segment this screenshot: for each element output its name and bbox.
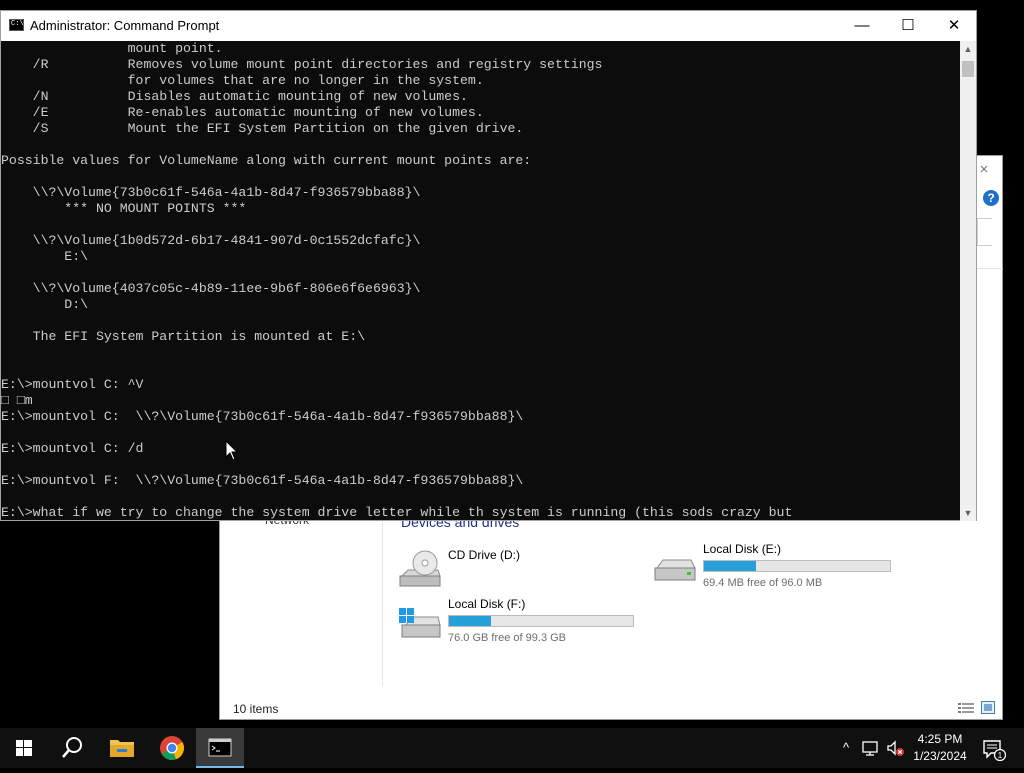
command-prompt-icon: [208, 738, 232, 757]
taskbar-chrome[interactable]: [148, 728, 196, 768]
drive-label: CD Drive (D:): [448, 548, 520, 562]
console-line: E:\>what if we try to change the system …: [1, 505, 793, 520]
drive-label: Local Disk (F:): [448, 597, 526, 611]
console-line: \\?\Volume{1b0d572d-6b17-4841-907d-0c155…: [1, 233, 421, 248]
title-bar[interactable]: C:\. Administrator: Command Prompt — ☐ ✕: [1, 11, 976, 41]
minimize-button[interactable]: —: [839, 11, 885, 41]
divider: [977, 268, 1003, 269]
cd-drive-icon: [399, 550, 441, 587]
maximize-button[interactable]: ☐: [885, 11, 931, 41]
volume-muted-icon[interactable]: [885, 738, 905, 758]
command-prompt-icon[interactable]: C:\.: [9, 19, 28, 31]
start-button[interactable]: [0, 728, 48, 768]
console-line: /S Mount the EFI System Partition on the…: [1, 121, 524, 136]
search-box[interactable]: [977, 218, 992, 246]
show-hidden-icons-chevron-icon[interactable]: ^: [836, 738, 856, 758]
console-line: E:\>mountvol C: /d: [1, 441, 144, 456]
drive-usage-bar: [703, 560, 891, 572]
chrome-icon: [160, 736, 184, 760]
window-title: Administrator: Command Prompt: [30, 18, 220, 33]
console-line: *** NO MOUNT POINTS ***: [1, 201, 247, 216]
drive-item-d[interactable]: CD Drive (D:): [398, 548, 588, 594]
item-count: 10 items: [233, 702, 279, 716]
console-output[interactable]: mount point. /R Removes volume mount poi…: [1, 41, 959, 521]
console-line: \\?\Volume{73b0c61f-546a-4a1b-8d47-f9365…: [1, 185, 421, 200]
start-icon: [16, 740, 32, 756]
clock-time: 4:25 PM: [917, 732, 963, 746]
scroll-down-arrow-icon[interactable]: ▼: [960, 505, 976, 521]
notification-count: 1: [998, 751, 1003, 760]
console-line: The EFI System Partition is mounted at E…: [1, 329, 366, 344]
hard-drive-icon: [654, 559, 696, 581]
drive-label: Local Disk (E:): [703, 542, 782, 556]
search-button[interactable]: [48, 728, 96, 768]
console-line: E:\>mountvol F: \\?\Volume{73b0c61f-546a…: [1, 473, 524, 488]
console-line: /N Disables automatic mounting of new vo…: [1, 89, 468, 104]
drive-usage-bar: [448, 615, 634, 627]
scroll-up-arrow-icon[interactable]: ▲: [960, 41, 976, 57]
file-explorer-icon: [110, 740, 134, 757]
close-button[interactable]: ✕: [931, 11, 977, 41]
console-line: \\?\Volume{4037c05c-4b89-11ee-9b6f-806e6…: [1, 281, 421, 296]
action-center-icon[interactable]: 1: [978, 736, 1008, 762]
large-icons-view-icon[interactable]: [981, 701, 995, 714]
drive-item-e[interactable]: Local Disk (E:) 69.4 MB free of 96.0 MB: [653, 542, 893, 592]
drive-free-space: 76.0 GB free of 99.3 GB: [448, 632, 567, 644]
scrollbar-thumb[interactable]: [962, 61, 974, 77]
taskbar-file-explorer[interactable]: [98, 728, 146, 768]
drive-free-space: 69.4 MB free of 96.0 MB: [703, 577, 823, 589]
network-icon[interactable]: [861, 738, 881, 758]
console-line: E:\: [1, 249, 89, 264]
search-icon: [62, 737, 82, 758]
pane-divider: [382, 516, 383, 686]
taskbar-command-prompt[interactable]: [196, 728, 244, 768]
console-line: E:\>mountvol C: ^V: [1, 377, 144, 392]
console-line: mount point.: [1, 41, 223, 56]
details-view-icon[interactable]: [958, 702, 974, 714]
mouse-cursor-icon: [225, 440, 239, 461]
vertical-scrollbar[interactable]: ▲ ▼: [960, 41, 976, 521]
windows-drive-icon: [399, 608, 441, 638]
console-line: Possible values for VolumeName along wit…: [1, 153, 532, 168]
help-icon[interactable]: ?: [983, 190, 999, 206]
console-line: /E Re-enables automatic mounting of new …: [1, 105, 484, 120]
taskbar: ^ 4:25 PM 1/23/2024 1: [0, 728, 1024, 768]
console-line: /R Removes volume mount point directorie…: [1, 57, 603, 72]
console-line: E:\>mountvol C: \\?\Volume{73b0c61f-546a…: [1, 409, 524, 424]
console-line: for volumes that are no longer in the sy…: [1, 73, 484, 88]
command-prompt-window[interactable]: C:\. Administrator: Command Prompt — ☐ ✕…: [0, 10, 977, 521]
console-line: □ □m: [1, 393, 33, 408]
drive-item-f[interactable]: Local Disk (F:) 76.0 GB free of 99.3 GB: [398, 597, 638, 647]
system-clock[interactable]: 4:25 PM 1/23/2024: [910, 731, 970, 765]
explorer-close-button[interactable]: ×: [976, 162, 992, 178]
console-line: D:\: [1, 297, 89, 312]
clock-date: 1/23/2024: [913, 749, 967, 763]
